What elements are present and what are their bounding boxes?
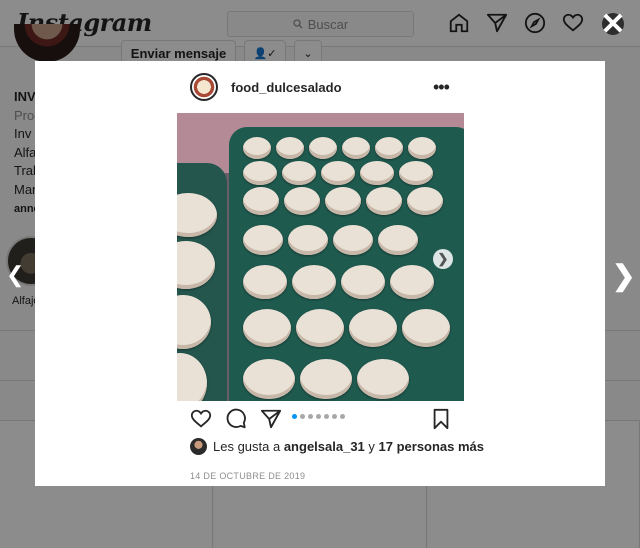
photo-cookie bbox=[402, 309, 450, 347]
photo-cookie bbox=[243, 161, 277, 185]
photo-cookie bbox=[309, 137, 337, 159]
photo-cookie bbox=[276, 137, 304, 159]
carousel-dot bbox=[340, 414, 345, 419]
post-author-avatar[interactable] bbox=[190, 73, 218, 101]
like-heart-icon[interactable] bbox=[190, 408, 212, 430]
likes-user-link[interactable]: angelsala_31 bbox=[284, 439, 365, 454]
carousel-dot bbox=[292, 414, 297, 419]
photo-cookie bbox=[292, 265, 336, 299]
photo-cookie bbox=[407, 187, 443, 215]
liker-avatar bbox=[190, 438, 207, 455]
photo-cookie bbox=[333, 225, 373, 255]
share-send-icon[interactable] bbox=[260, 408, 282, 430]
photo-cookie bbox=[284, 187, 320, 215]
photo-cookie bbox=[366, 187, 402, 215]
photo-cookie bbox=[296, 309, 344, 347]
photo-cookie bbox=[378, 225, 418, 255]
photo-cookie bbox=[325, 187, 361, 215]
carousel-dot bbox=[316, 414, 321, 419]
likes-prefix: Les gusta a bbox=[213, 439, 284, 454]
likes-others-link[interactable]: 17 personas más bbox=[379, 439, 485, 454]
post-modal: food_dulcesalado ••• ❯ Les gusta a angel… bbox=[35, 61, 605, 486]
photo-cookie bbox=[300, 359, 352, 399]
photo-cookie bbox=[243, 359, 295, 399]
photo-cookie bbox=[375, 137, 403, 159]
carousel-indicator bbox=[292, 414, 345, 419]
photo-cookie bbox=[408, 137, 436, 159]
comment-icon[interactable] bbox=[225, 408, 247, 430]
photo-cookie bbox=[243, 187, 279, 215]
photo-cookie bbox=[243, 225, 283, 255]
photo-cookie bbox=[349, 309, 397, 347]
photo-cookie bbox=[243, 309, 291, 347]
next-post-chevron-icon[interactable]: ❯ bbox=[612, 259, 635, 292]
photo-cookie bbox=[341, 265, 385, 299]
close-icon[interactable]: ✕ bbox=[600, 10, 626, 40]
more-options-icon[interactable]: ••• bbox=[433, 77, 450, 98]
post-photo[interactable]: ❯ bbox=[177, 113, 464, 401]
previous-post-chevron-icon[interactable]: ❮ bbox=[6, 262, 24, 288]
photo-cookie bbox=[390, 265, 434, 299]
post-action-bar bbox=[190, 408, 452, 434]
save-bookmark-icon[interactable] bbox=[430, 408, 452, 430]
post-date[interactable]: 14 DE OCTUBRE DE 2019 bbox=[190, 471, 305, 481]
carousel-dot bbox=[324, 414, 329, 419]
carousel-dot bbox=[308, 414, 313, 419]
photo-cookie bbox=[243, 137, 271, 159]
photo-cookie bbox=[243, 265, 287, 299]
likes-joiner: y bbox=[364, 439, 379, 454]
carousel-dot bbox=[300, 414, 305, 419]
photo-cookie bbox=[342, 137, 370, 159]
carousel-next-icon[interactable]: ❯ bbox=[433, 249, 453, 269]
carousel-dot bbox=[332, 414, 337, 419]
photo-cookie bbox=[282, 161, 316, 185]
photo-cookie bbox=[288, 225, 328, 255]
photo-cookie bbox=[321, 161, 355, 185]
post-author-username[interactable]: food_dulcesalado bbox=[231, 80, 342, 95]
post-likes: Les gusta a angelsala_31 y 17 personas m… bbox=[190, 438, 484, 455]
photo-cookie bbox=[357, 359, 409, 399]
photo-cookie bbox=[360, 161, 394, 185]
photo-cookie bbox=[399, 161, 433, 185]
